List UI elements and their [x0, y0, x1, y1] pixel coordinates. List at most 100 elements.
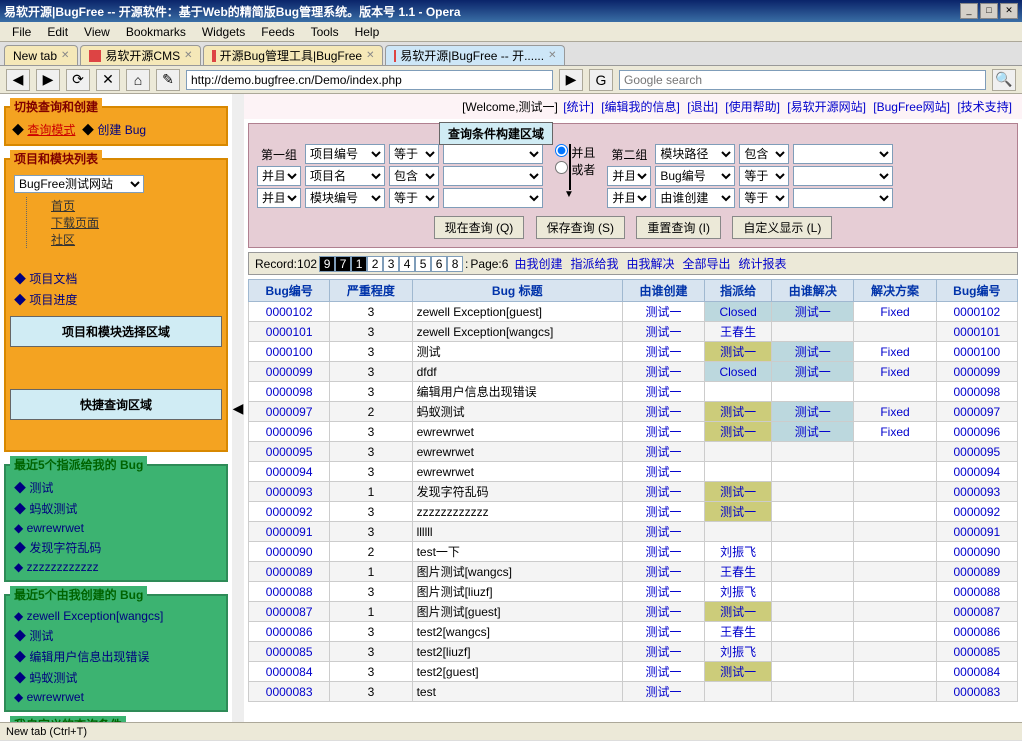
query-reset-button[interactable]: 重置查询 (I) — [636, 216, 721, 239]
stop-button[interactable]: ✕ — [96, 69, 120, 91]
query-save-button[interactable]: 保存查询 (S) — [536, 216, 625, 239]
top-link[interactable]: [BugFree网站] — [873, 100, 950, 114]
tab-close-icon[interactable]: ✕ — [61, 50, 69, 61]
field-select[interactable]: Bug编号 — [655, 166, 735, 186]
join-select[interactable]: 并且 — [607, 166, 651, 186]
cell-link[interactable]: 测试一 — [646, 485, 682, 499]
operator-select[interactable]: 等于 — [389, 144, 439, 164]
value-select[interactable] — [443, 144, 543, 164]
cell-link[interactable]: 0000090 — [266, 545, 313, 559]
cell-link[interactable]: 0000088 — [266, 585, 313, 599]
operator-select[interactable]: 包含 — [389, 166, 439, 186]
cell-link[interactable]: 0000093 — [266, 485, 313, 499]
recent-created-item[interactable]: ewrewrwet — [10, 688, 222, 706]
value-select[interactable] — [793, 144, 893, 164]
cell-link[interactable]: 0000098 — [266, 385, 313, 399]
cell-link[interactable]: 0000095 — [953, 445, 1000, 459]
cell-link[interactable]: 0000085 — [266, 645, 313, 659]
recent-created-item[interactable]: zewell Exception[wangcs] — [10, 607, 222, 625]
cell-link[interactable]: 0000083 — [266, 685, 313, 699]
reload-button[interactable]: ⟳ — [66, 69, 90, 91]
menu-bookmarks[interactable]: Bookmarks — [118, 23, 194, 41]
operator-select[interactable]: 等于 — [739, 166, 789, 186]
cell-link[interactable]: Fixed — [880, 425, 909, 439]
cell-link[interactable]: 0000083 — [953, 685, 1000, 699]
cell-link[interactable]: 测试一 — [720, 425, 756, 439]
sidebar-collapse-handle[interactable]: ◀ — [232, 94, 244, 722]
join-select[interactable]: 并且 — [257, 188, 301, 208]
page-button[interactable]: 7 — [335, 256, 351, 272]
cell-link[interactable]: 0000096 — [266, 425, 313, 439]
cell-link[interactable]: 测试一 — [646, 365, 682, 379]
search-engine-icon[interactable]: G — [589, 69, 613, 91]
cell-link[interactable]: 测试一 — [646, 645, 682, 659]
forward-button[interactable]: ▶ — [36, 69, 60, 91]
close-button[interactable]: ✕ — [1000, 3, 1018, 19]
field-select[interactable]: 项目编号 — [305, 144, 385, 164]
cell-link[interactable]: 0000089 — [953, 565, 1000, 579]
cell-link[interactable]: 0000101 — [953, 325, 1000, 339]
cell-link[interactable]: 测试一 — [795, 405, 831, 419]
cell-link[interactable]: 0000091 — [266, 525, 313, 539]
wand-button[interactable]: ✎ — [156, 69, 180, 91]
operator-select[interactable]: 等于 — [739, 188, 789, 208]
cell-link[interactable]: 测试一 — [720, 345, 756, 359]
recent-created-item[interactable]: 编辑用户信息出现错误 — [10, 646, 222, 667]
cell-link[interactable]: 0000095 — [266, 445, 313, 459]
field-select[interactable]: 由谁创建 — [655, 188, 735, 208]
search-input[interactable] — [619, 70, 986, 90]
nav-link[interactable]: 下载页面 — [27, 214, 222, 231]
field-select[interactable]: 模块编号 — [305, 188, 385, 208]
cell-link[interactable]: 测试一 — [646, 445, 682, 459]
cell-link[interactable]: 0000088 — [953, 585, 1000, 599]
record-filter-link[interactable]: 全部导出 — [682, 257, 730, 271]
top-link[interactable]: [易软开源网站] — [787, 100, 866, 114]
top-link[interactable]: [统计] — [563, 100, 594, 114]
doc-link[interactable]: 项目文档 — [10, 268, 222, 289]
record-filter-link[interactable]: 由我创建 — [514, 257, 562, 271]
cell-link[interactable]: 0000087 — [953, 605, 1000, 619]
cell-link[interactable]: 0000092 — [266, 505, 313, 519]
value-select[interactable] — [443, 188, 543, 208]
page-button[interactable]: 4 — [399, 256, 415, 272]
recent-assigned-item[interactable]: 测试 — [10, 477, 222, 498]
cell-link[interactable]: 0000094 — [266, 465, 313, 479]
menu-tools[interactable]: Tools — [303, 23, 347, 41]
cell-link[interactable]: 0000100 — [953, 345, 1000, 359]
record-filter-link[interactable]: 指派给我 — [570, 257, 618, 271]
column-header[interactable]: 由谁创建 — [622, 280, 704, 302]
tab-3[interactable]: 易软开源|BugFree -- 开......✕ — [385, 45, 565, 65]
radio-and[interactable]: 并且 — [555, 144, 595, 161]
cell-link[interactable]: 测试一 — [646, 565, 682, 579]
operator-select[interactable]: 等于 — [389, 188, 439, 208]
cell-link[interactable]: 0000101 — [266, 325, 313, 339]
maximize-button[interactable]: □ — [980, 3, 998, 19]
top-link[interactable]: [技术支持] — [957, 100, 1012, 114]
tab-0[interactable]: New tab✕ — [4, 45, 78, 65]
menu-help[interactable]: Help — [347, 23, 388, 41]
page-button[interactable]: 5 — [415, 256, 431, 272]
menu-feeds[interactable]: Feeds — [253, 23, 302, 41]
cell-link[interactable]: 0000094 — [953, 465, 1000, 479]
cell-link[interactable]: 测试一 — [795, 365, 831, 379]
cell-link[interactable]: 测试一 — [720, 505, 756, 519]
cell-link[interactable]: 测试一 — [795, 305, 831, 319]
mode-create-link[interactable]: 创建 Bug — [97, 123, 146, 137]
cell-link[interactable]: 测试一 — [795, 425, 831, 439]
cell-link[interactable]: 0000100 — [266, 345, 313, 359]
column-header[interactable]: 由谁解决 — [772, 280, 854, 302]
top-link[interactable]: [使用帮助] — [725, 100, 780, 114]
cell-link[interactable]: 测试一 — [646, 505, 682, 519]
cell-link[interactable]: 测试一 — [646, 665, 682, 679]
url-input[interactable] — [186, 70, 553, 90]
cell-link[interactable]: 测试一 — [646, 305, 682, 319]
cell-link[interactable]: 0000086 — [953, 625, 1000, 639]
cell-link[interactable]: 测试一 — [646, 325, 682, 339]
cell-link[interactable]: 测试一 — [646, 625, 682, 639]
query-custom-button[interactable]: 自定义显示 (L) — [732, 216, 832, 239]
column-header[interactable]: Bug编号 — [936, 280, 1017, 302]
recent-assigned-item[interactable]: 蚂蚁测试 — [10, 498, 222, 519]
cell-link[interactable]: 测试一 — [646, 685, 682, 699]
tab-2[interactable]: 开源Bug管理工具|BugFree✕ — [203, 45, 383, 65]
project-select[interactable]: BugFree测试网站 — [14, 175, 144, 193]
